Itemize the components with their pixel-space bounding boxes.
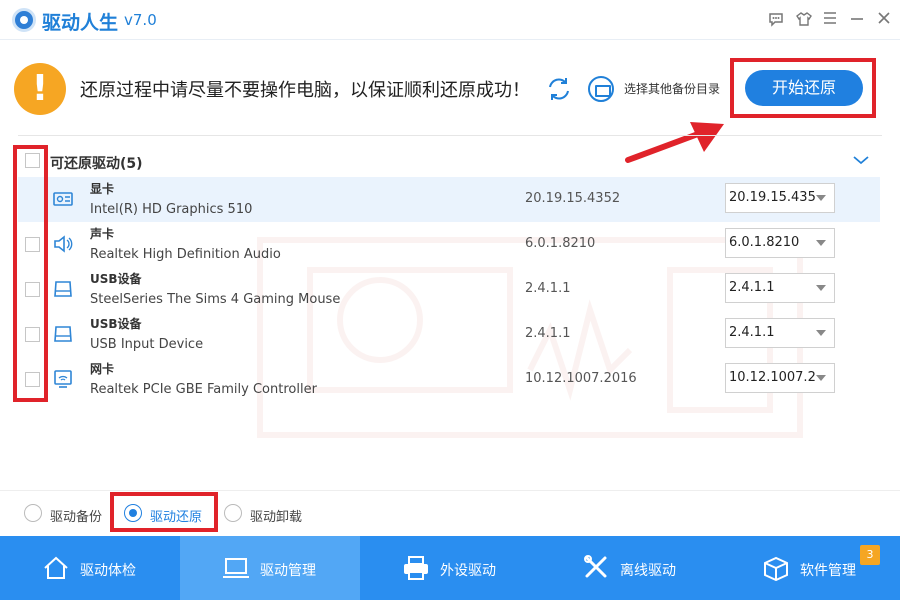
driver-row[interactable]: 声卡 Realtek High Definition Audio 6.0.1.821… [18,222,880,267]
nav-label: 驱动管理 [260,563,316,579]
warning-icon: ! [14,63,66,115]
bottom-nav: 驱动体检 驱动管理 外设驱动 离线驱动 软件管理 [0,536,900,600]
driver-row[interactable]: 显卡 Intel(R) HD Graphics 510 20.19.15.4352 2… [18,177,880,222]
other-backup-link[interactable]: 选择其他备份目录 [624,80,720,97]
nav-item-offline[interactable]: 离线驱动 [540,536,720,600]
caret-down-icon [816,285,826,291]
backup-radio[interactable] [24,504,42,522]
backup-radio-label[interactable]: 驱动备份 [50,506,102,525]
version-select[interactable]: 10.12.1007.2... [725,363,835,393]
nav-label: 外设驱动 [440,563,496,579]
highlight-box [730,58,876,118]
selected-version: 20.19.15.4352 [729,190,815,205]
app-logo-icon [12,8,36,32]
box-icon [764,556,788,581]
caret-down-icon [816,375,826,381]
device-type: 显卡 [90,182,115,196]
display-card-icon [52,188,74,210]
app-version: v7.0 [124,11,157,29]
current-version: 2.4.1.1 [525,281,571,296]
nav-label: 软件管理 [800,563,856,579]
current-version: 20.19.15.4352 [525,191,621,206]
nav-item-check[interactable]: 驱动体检 [0,536,180,600]
nav-label: 离线驱动 [620,563,676,579]
device-type: 网卡 [90,362,115,376]
selected-version: 10.12.1007.2... [729,370,815,385]
current-version: 10.12.1007.2016 [525,371,637,386]
usb-device-icon [52,278,74,300]
highlight-box [110,492,218,532]
version-select[interactable]: 6.0.1.8210 [725,228,835,258]
network-card-icon [52,368,74,390]
menu-icon[interactable] [820,10,840,30]
device-type: USB设备 [90,317,142,331]
home-icon [44,556,68,579]
device-name: Intel(R) HD Graphics 510 [90,202,253,217]
current-version: 6.0.1.8210 [525,236,596,251]
version-select[interactable]: 2.4.1.1 [725,318,835,348]
version-select[interactable]: 20.19.15.4352 [725,183,835,213]
speaker-icon [52,233,74,255]
refresh-icon[interactable] [544,74,574,104]
device-name: USB Input Device [90,337,204,352]
nav-item-peripheral[interactable]: 外设驱动 [360,536,540,600]
printer-icon [404,556,428,580]
tools-icon [584,555,607,578]
folder-icon[interactable] [588,76,614,102]
driver-row[interactable]: 网卡 Realtek PCIe GBE Family Controller 10.1… [18,357,880,402]
laptop-icon [223,558,249,578]
driver-row[interactable]: USB设备 SteelSeries The Sims 4 Gaming Mouse… [18,267,880,312]
uninstall-radio-label[interactable]: 驱动卸载 [250,506,302,525]
chevron-down-icon[interactable] [852,152,870,166]
title-bar: 驱动人生 v7.0 [0,0,900,40]
device-name: SteelSeries The Sims 4 Gaming Mouse [90,292,341,307]
caret-down-icon [816,195,826,201]
close-icon[interactable] [874,10,894,30]
arrow-annotation [625,122,724,163]
highlight-box [13,145,48,402]
divider [18,135,882,136]
uninstall-radio[interactable] [224,504,242,522]
driver-row[interactable]: USB设备 USB Input Device 2.4.1.1 2.4.1.1 [18,312,880,357]
shirt-icon[interactable] [794,10,814,30]
current-version: 2.4.1.1 [525,326,571,341]
nav-label: 驱动体检 [80,563,136,579]
nav-item-driver-management[interactable]: 驱动管理 [180,536,360,600]
version-select[interactable]: 2.4.1.1 [725,273,835,303]
list-header: 可还原驱动(5) [50,156,143,172]
selected-version: 2.4.1.1 [729,280,775,295]
caret-down-icon [816,330,826,336]
selected-version: 2.4.1.1 [729,325,775,340]
usb-device-icon [52,323,74,345]
device-name: Realtek PCIe GBE Family Controller [90,382,317,397]
app-name: 驱动人生 [42,12,119,34]
selected-version: 6.0.1.8210 [729,235,800,250]
device-name: Realtek High Definition Audio [90,247,281,262]
chat-icon[interactable] [766,10,786,30]
device-type: USB设备 [90,272,142,286]
caret-down-icon [816,240,826,246]
restore-notice: 还原过程中请尽量不要操作电脑，以保证顺利还原成功！ [80,80,530,101]
notification-badge: 3 [860,545,880,565]
device-type: 声卡 [90,227,115,241]
minimize-icon[interactable] [847,10,867,30]
